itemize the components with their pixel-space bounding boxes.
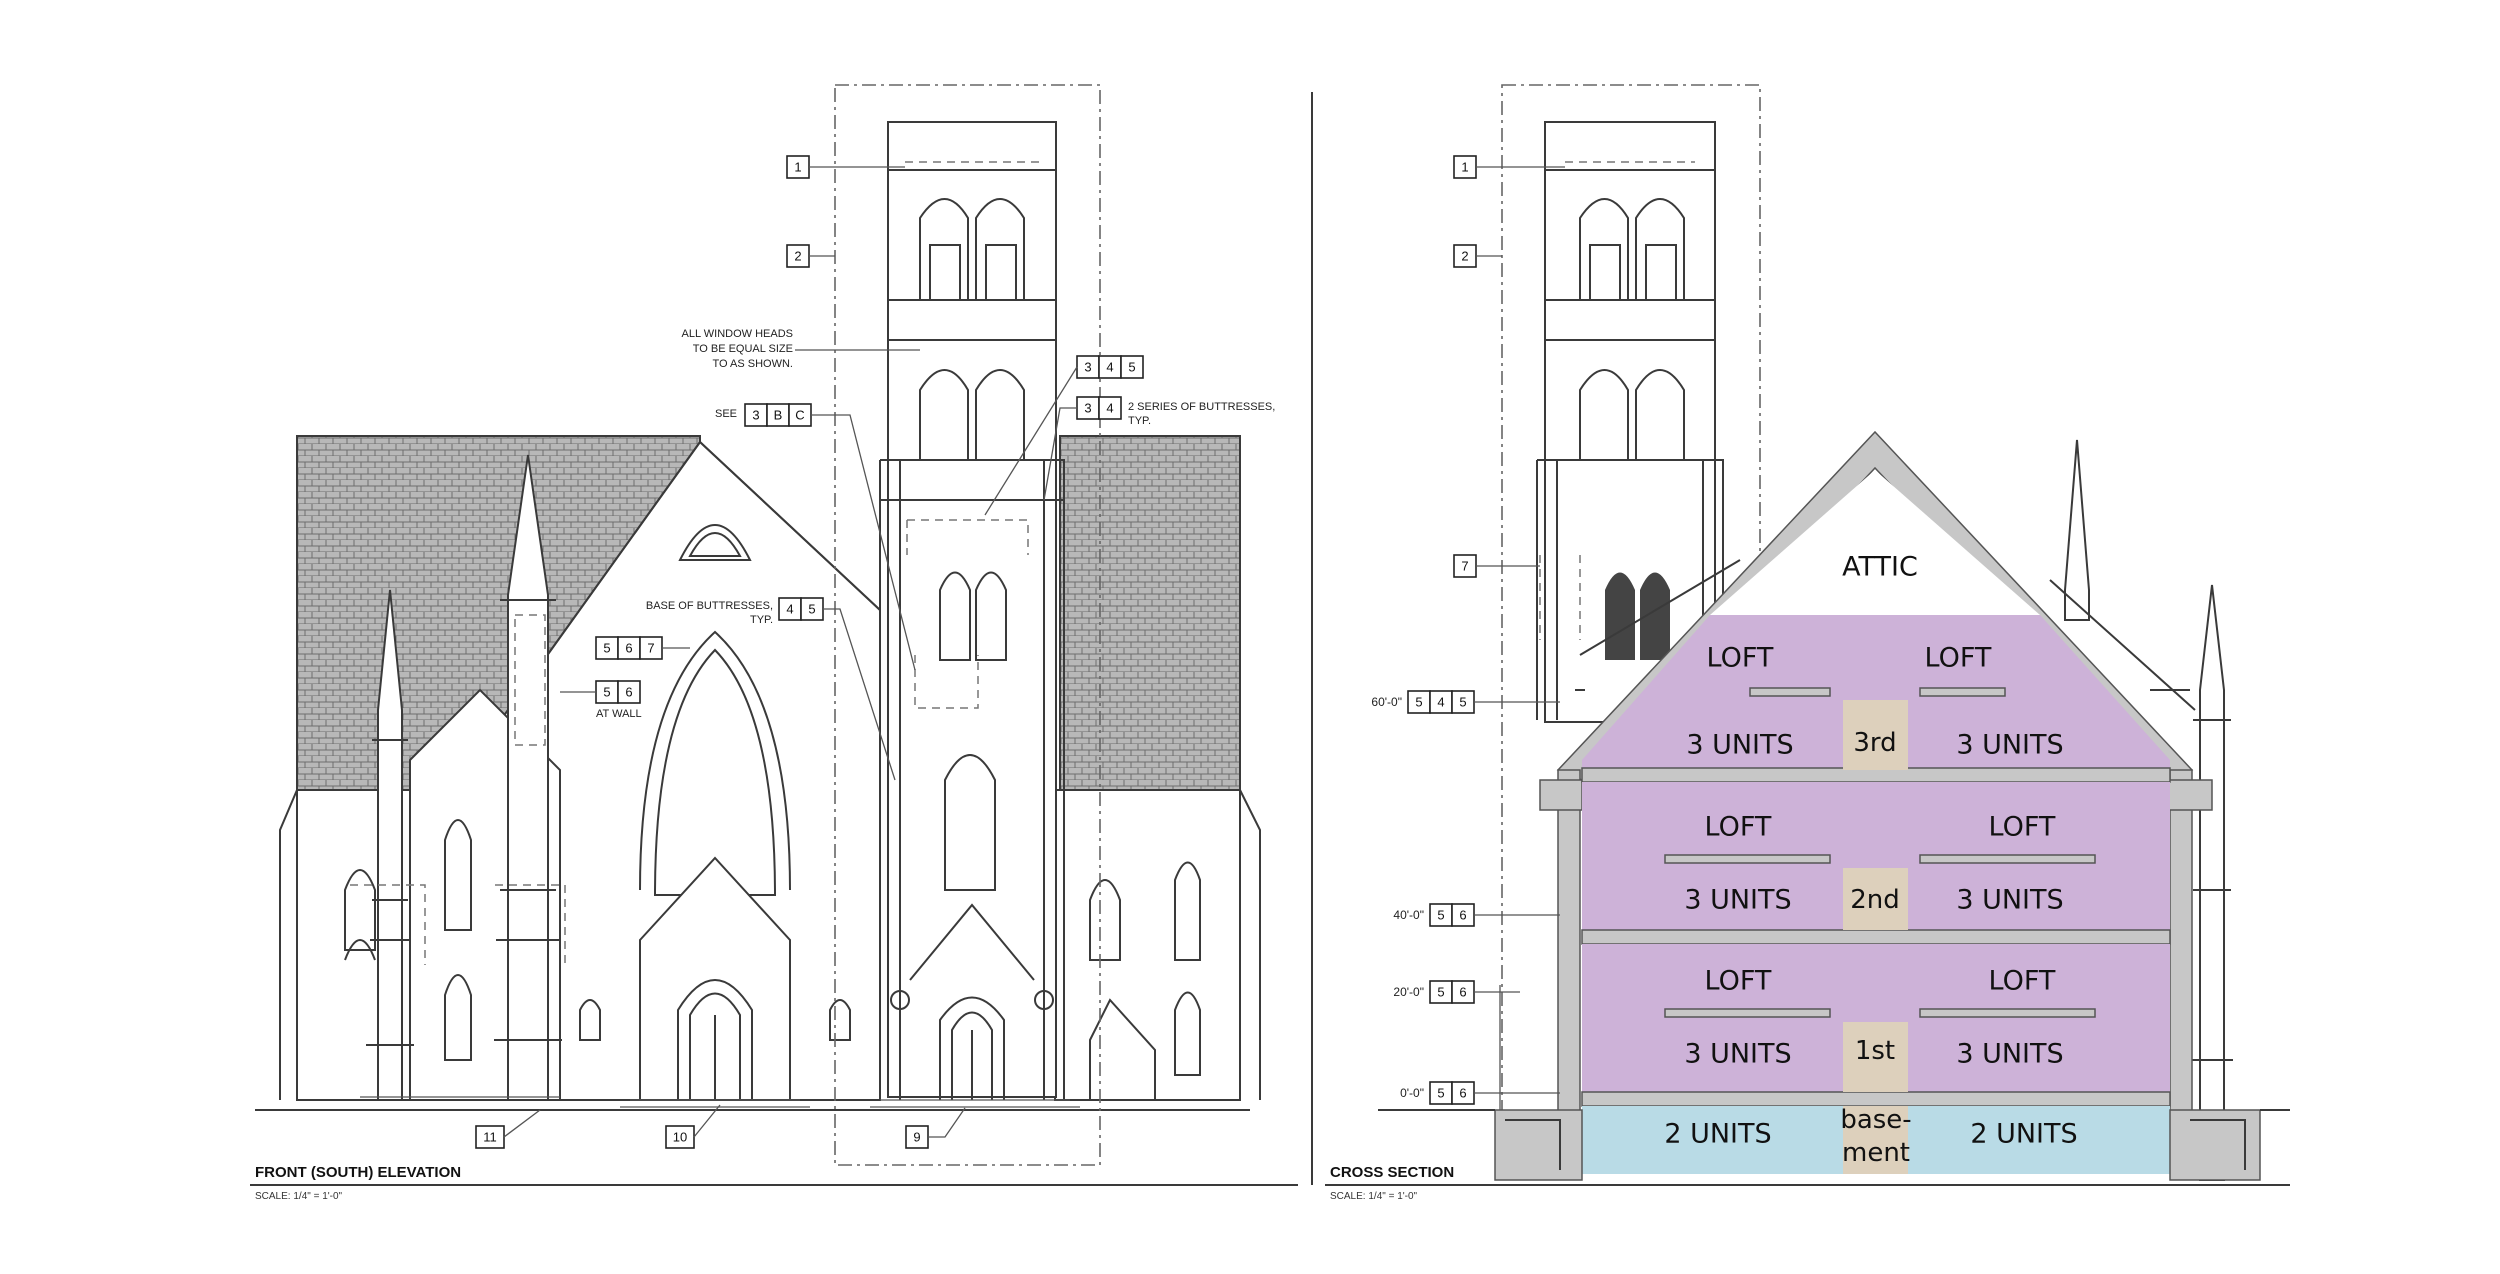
svg-text:4: 4 xyxy=(1106,401,1113,416)
svg-text:5: 5 xyxy=(1437,985,1444,1000)
svg-text:9: 9 xyxy=(913,1130,920,1145)
tag-5-6: 5 6 xyxy=(595,680,641,704)
tag-5-6-level-40: 5 6 xyxy=(1429,903,1475,927)
floor-basement-1: base- xyxy=(1840,1105,1911,1135)
floor-second: 2nd xyxy=(1850,885,1900,915)
units-1-right: 3 UNITS xyxy=(1956,1039,2063,1070)
svg-text:4: 4 xyxy=(1106,360,1113,375)
svg-text:1: 1 xyxy=(794,160,801,175)
front-elevation-title: FRONT (SOUTH) ELEVATION xyxy=(255,1164,461,1181)
note-buttress-base-1: BASE OF BUTTRESSES, xyxy=(646,600,773,612)
svg-text:2: 2 xyxy=(1461,249,1468,264)
svg-text:6: 6 xyxy=(1459,985,1466,1000)
svg-text:11: 11 xyxy=(483,1130,497,1145)
loft-1-right: LOFT xyxy=(1989,966,2056,997)
right-aisle-wall xyxy=(1054,789,1241,1101)
tag-5-4-5: 5 4 5 xyxy=(1407,690,1475,714)
note-buttress-base-2: TYP. xyxy=(750,614,773,626)
svg-text:C: C xyxy=(795,408,804,423)
section-tag-2: 2 xyxy=(1453,244,1477,268)
svg-text:6: 6 xyxy=(625,685,632,700)
level-20: 20'-0" xyxy=(1393,985,1424,999)
basement-units-right: 2 UNITS xyxy=(1970,1119,2077,1150)
note-see: SEE xyxy=(715,408,737,420)
tag-5-6-7: 5 6 7 xyxy=(595,636,663,660)
cross-section-scale: SCALE: 1/4" = 1'-0" xyxy=(1330,1191,1418,1202)
left-pinnacle xyxy=(377,589,403,1101)
tag-4-5: 4 5 xyxy=(778,597,824,621)
loft-3-left: LOFT xyxy=(1707,643,1774,674)
units-2-left: 3 UNITS xyxy=(1684,885,1791,916)
svg-text:5: 5 xyxy=(1437,908,1444,923)
tag-2: 2 xyxy=(786,244,810,268)
svg-text:4: 4 xyxy=(786,602,793,617)
cross-section-title: CROSS SECTION xyxy=(1330,1164,1454,1181)
tag-3-4: 3 4 xyxy=(1076,396,1122,420)
svg-text:7: 7 xyxy=(1461,559,1468,574)
floor-first: 1st xyxy=(1855,1036,1895,1066)
tag-11: 11 xyxy=(475,1125,505,1149)
center-spire xyxy=(507,454,549,1101)
tag-1: 1 xyxy=(786,155,810,179)
architectural-drawing: 1 2 ALL WINDOW HEADS TO BE EQUAL SIZE TO… xyxy=(250,84,2290,1202)
svg-text:3: 3 xyxy=(1084,401,1091,416)
attic-label: ATTIC xyxy=(1842,552,1918,583)
svg-text:6: 6 xyxy=(625,641,632,656)
svg-text:5: 5 xyxy=(1437,1086,1444,1101)
front-elevation: 1 2 ALL WINDOW HEADS TO BE EQUAL SIZE TO… xyxy=(250,84,1298,1202)
svg-text:5: 5 xyxy=(1415,695,1422,710)
drawing-sheet: 1 2 ALL WINDOW HEADS TO BE EQUAL SIZE TO… xyxy=(0,0,2500,1274)
loft-1-left: LOFT xyxy=(1705,966,1772,997)
svg-text:3: 3 xyxy=(752,408,759,423)
level-40: 40'-0" xyxy=(1393,908,1424,922)
note-buttress-series-1: 2 SERIES OF BUTTRESSES, xyxy=(1128,401,1275,413)
tag-10: 10 xyxy=(665,1125,695,1149)
note-window-heads-1: ALL WINDOW HEADS xyxy=(682,328,793,340)
tag-3-4-5: 3 4 5 xyxy=(1076,355,1144,379)
svg-text:5: 5 xyxy=(808,602,815,617)
floor-third: 3rd xyxy=(1853,728,1896,758)
tag-5-6-level-20: 5 6 xyxy=(1429,980,1475,1004)
level-0: 0'-0" xyxy=(1400,1086,1424,1100)
loft-3-right: LOFT xyxy=(1925,643,1992,674)
svg-text:3: 3 xyxy=(1084,360,1091,375)
section-spire-far-right xyxy=(2199,584,2225,1181)
units-2-right: 3 UNITS xyxy=(1956,885,2063,916)
svg-text:4: 4 xyxy=(1437,695,1444,710)
floor-basement-2: ment xyxy=(1842,1138,1910,1168)
note-buttress-series-2: TYP. xyxy=(1128,415,1151,427)
note-at-wall: AT WALL xyxy=(596,708,642,720)
svg-text:7: 7 xyxy=(647,641,654,656)
loft-2-left: LOFT xyxy=(1705,812,1772,843)
section-tag-1: 1 xyxy=(1453,155,1477,179)
tag-9: 9 xyxy=(905,1125,929,1149)
basement-units-left: 2 UNITS xyxy=(1664,1119,1771,1150)
svg-text:6: 6 xyxy=(1459,908,1466,923)
units-3-left: 3 UNITS xyxy=(1686,730,1793,761)
front-elevation-scale: SCALE: 1/4" = 1'-0" xyxy=(255,1191,343,1202)
cross-section: ATTIC LOFT LOFT 3 UNITS 3 UNITS 3rd LOFT… xyxy=(1325,84,2290,1202)
svg-text:10: 10 xyxy=(673,1130,687,1145)
svg-text:1: 1 xyxy=(1461,160,1468,175)
bell-tower xyxy=(879,121,1065,1100)
loft-2-right: LOFT xyxy=(1989,812,2056,843)
svg-text:5: 5 xyxy=(603,685,610,700)
units-1-left: 3 UNITS xyxy=(1684,1039,1791,1070)
svg-text:5: 5 xyxy=(1459,695,1466,710)
tag-5-6-level-0: 5 6 xyxy=(1429,1081,1475,1105)
level-60: 60'-0" xyxy=(1371,695,1402,709)
section-tag-7: 7 xyxy=(1453,554,1477,578)
tag-3-b-c: 3 B C xyxy=(744,403,812,427)
front-roof-right xyxy=(1059,435,1241,791)
note-window-heads-2: TO BE EQUAL SIZE xyxy=(693,343,793,355)
svg-text:5: 5 xyxy=(603,641,610,656)
units-3-right: 3 UNITS xyxy=(1956,730,2063,761)
svg-text:B: B xyxy=(774,408,783,423)
svg-text:5: 5 xyxy=(1128,360,1135,375)
note-window-heads-3: TO AS SHOWN. xyxy=(713,358,793,370)
svg-text:6: 6 xyxy=(1459,1086,1466,1101)
section-spire-right xyxy=(2064,439,2090,621)
svg-text:2: 2 xyxy=(794,249,801,264)
